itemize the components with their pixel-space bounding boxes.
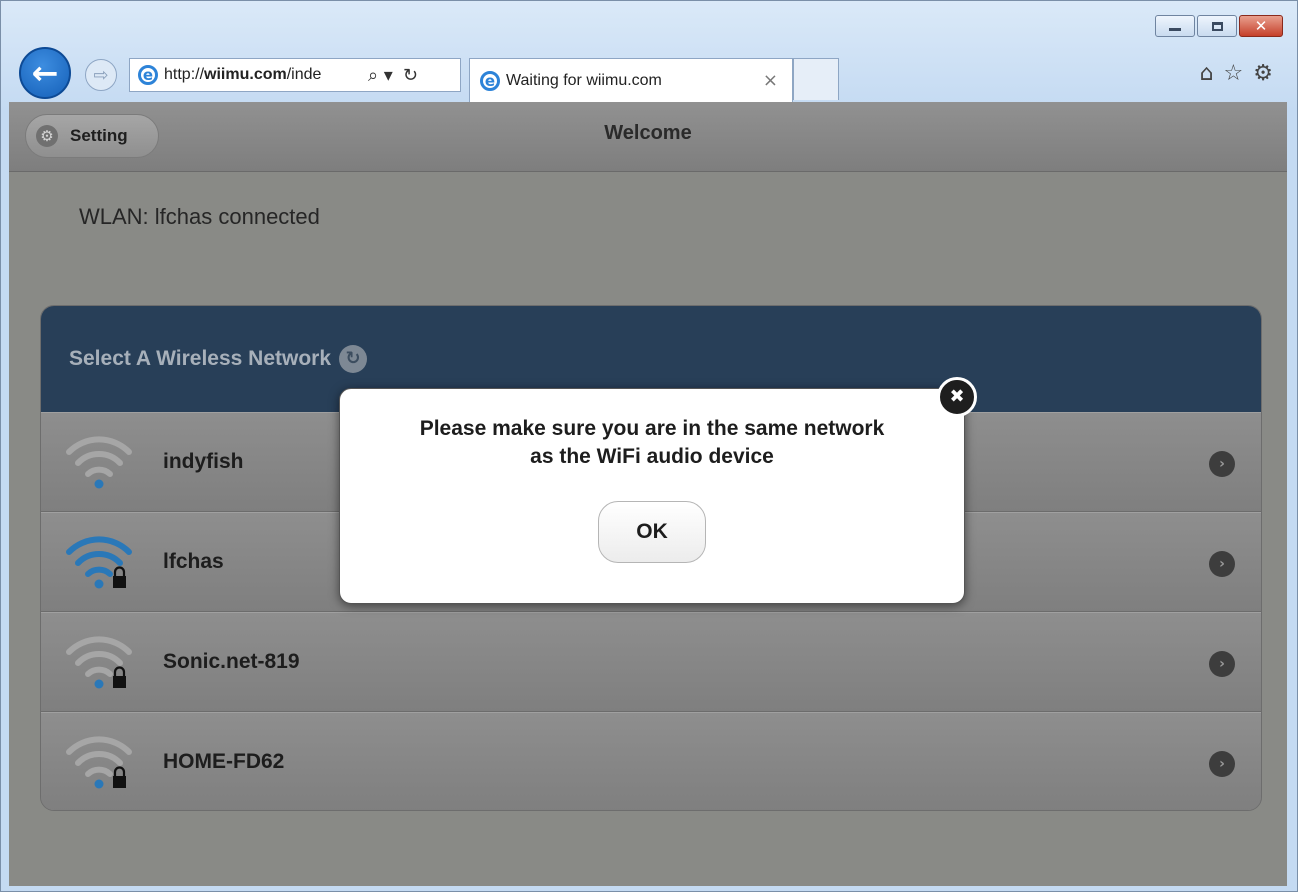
- home-icon[interactable]: ⌂: [1200, 61, 1214, 86]
- back-button[interactable]: ←: [19, 47, 71, 99]
- network-row[interactable]: HOME-FD62 ›: [41, 712, 1261, 810]
- wifi-signal-icon: [63, 730, 135, 794]
- tools-gear-icon[interactable]: ⚙: [1253, 61, 1273, 86]
- maximize-icon: [1211, 21, 1223, 31]
- chevron-right-icon: ›: [1209, 751, 1235, 777]
- url-text[interactable]: http://wiimu.com/inde: [164, 66, 362, 84]
- maximize-button[interactable]: [1197, 15, 1237, 37]
- minimize-button[interactable]: [1155, 15, 1195, 37]
- browser-toolbar: ⌂ ☆ ⚙: [1200, 61, 1273, 86]
- tab-title: Waiting for wiimu.com: [506, 71, 662, 89]
- notice-dialog: Please make sure you are in the same net…: [339, 388, 965, 604]
- favorites-star-icon[interactable]: ☆: [1224, 61, 1244, 86]
- network-name: lfchas: [163, 550, 224, 573]
- network-panel-title: Select A Wireless Network: [69, 347, 332, 370]
- tab-ie-logo-icon: e: [480, 70, 500, 91]
- url-prefix: http://: [164, 66, 205, 83]
- dialog-close-icon[interactable]: ✖: [937, 377, 977, 417]
- tab-close-icon[interactable]: ×: [763, 70, 778, 91]
- browser-tab[interactable]: e Waiting for wiimu.com ×: [469, 58, 793, 102]
- chevron-right-icon: ›: [1209, 451, 1235, 477]
- url-path: /inde: [286, 66, 322, 83]
- network-name: HOME-FD62: [163, 750, 285, 773]
- url-host: wiimu.com: [204, 66, 287, 83]
- address-actions: ⌕ ▾ ↻: [368, 65, 418, 86]
- wlan-status: WLAN: lfchas connected: [79, 204, 320, 229]
- refresh-icon[interactable]: ↻: [403, 65, 418, 86]
- page-title: Welcome: [604, 122, 692, 144]
- ok-button[interactable]: OK: [598, 501, 706, 563]
- chevron-right-icon: ›: [1209, 551, 1235, 577]
- network-name: indyfish: [163, 450, 244, 473]
- back-arrow-icon: ←: [31, 54, 59, 92]
- chevron-right-icon: ›: [1209, 651, 1235, 677]
- wifi-signal-icon: [63, 430, 135, 494]
- search-dropdown-icon[interactable]: ⌕ ▾: [368, 65, 393, 86]
- refresh-networks-icon[interactable]: ↻: [339, 345, 368, 373]
- dialog-message: Please make sure you are in the same net…: [340, 415, 964, 471]
- dialog-message-line-2: as the WiFi audio device: [530, 445, 774, 468]
- forward-arrow-icon: ⇨: [93, 64, 109, 86]
- browser-window: ✕ ← ⇨ e http://wiimu.com/inde ⌕ ▾ ↻ e Wa…: [0, 0, 1298, 892]
- ie-logo-icon: e: [138, 65, 158, 85]
- close-icon: ✕: [1254, 17, 1268, 35]
- address-bar[interactable]: e http://wiimu.com/inde ⌕ ▾ ↻: [129, 58, 461, 92]
- new-tab-button[interactable]: [793, 58, 839, 100]
- network-row[interactable]: Sonic.net-819 ›: [41, 612, 1261, 712]
- window-close-button[interactable]: ✕: [1239, 15, 1283, 37]
- forward-button[interactable]: ⇨: [85, 59, 117, 91]
- network-name: Sonic.net-819: [163, 650, 300, 673]
- wifi-signal-icon: [63, 630, 135, 694]
- dialog-message-line-1: Please make sure you are in the same net…: [419, 417, 885, 440]
- minimize-icon: [1169, 27, 1181, 31]
- window-controls: ✕: [1155, 15, 1283, 37]
- app-header: ⚙ Setting Welcome: [9, 102, 1287, 172]
- wifi-signal-icon: [63, 530, 135, 594]
